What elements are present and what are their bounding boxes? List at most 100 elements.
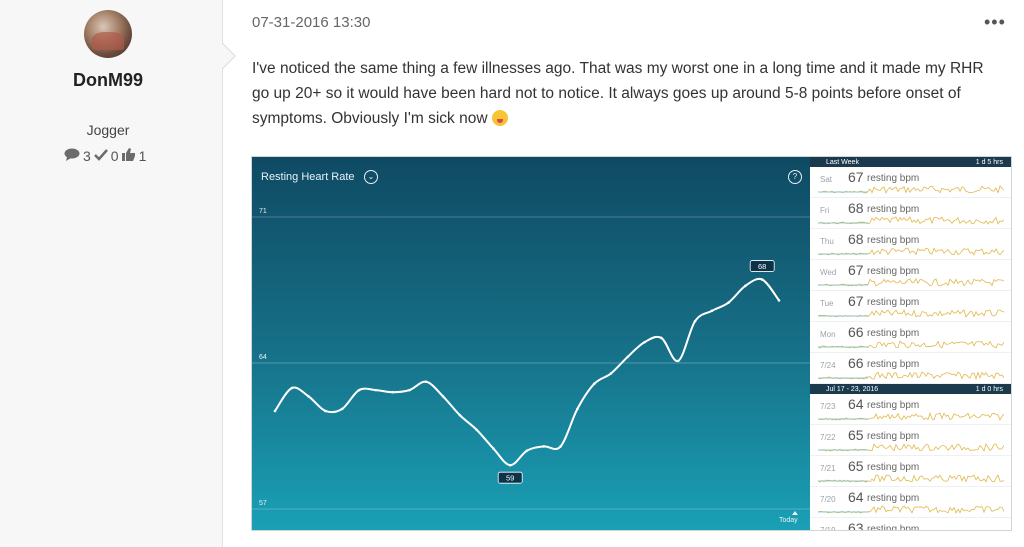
group-duration: 1 d 5 hrs bbox=[975, 158, 1003, 166]
rhr-data-point bbox=[643, 340, 646, 344]
heart-rate-sparkline bbox=[818, 185, 1004, 194]
history-value: 68 bbox=[848, 200, 864, 216]
post-body: I've noticed the same thing a few illnes… bbox=[252, 56, 1004, 131]
rhr-data-point bbox=[744, 284, 747, 288]
history-day: 7/22 bbox=[820, 433, 836, 442]
rhr-data-point bbox=[525, 449, 529, 452]
history-unit: resting bpm bbox=[867, 524, 920, 530]
rhr-chart: 71 64 57 59 68 bbox=[252, 208, 810, 510]
history-row[interactable]: Thu 68 resting bpm bbox=[810, 229, 1011, 260]
history-row[interactable]: 7/22 65 resting bpm bbox=[810, 425, 1011, 456]
history-value: 65 bbox=[848, 458, 864, 474]
history-sidebar: Last Week 1 d 5 hrs Sat 67 resting bpm Fri 68 r… bbox=[810, 157, 1011, 530]
history-row[interactable]: 7/24 66 resting bpm bbox=[810, 353, 1011, 384]
post-text: I've noticed the same thing a few illnes… bbox=[252, 60, 984, 127]
rhr-data-point bbox=[777, 299, 781, 302]
rhr-data-point bbox=[626, 355, 630, 359]
group-duration: 1 d 0 hrs bbox=[975, 385, 1003, 393]
history-day: 7/19 bbox=[820, 526, 836, 530]
history-row[interactable]: 7/20 64 resting bpm bbox=[810, 487, 1011, 518]
history-day: Mon bbox=[820, 330, 836, 339]
history-day: 7/23 bbox=[820, 402, 836, 411]
history-value: 65 bbox=[848, 427, 864, 443]
rhr-data-point bbox=[660, 336, 663, 340]
rhr-data-point bbox=[475, 428, 478, 432]
history-row[interactable]: Mon 66 resting bpm bbox=[810, 322, 1011, 353]
heart-rate-sparkline bbox=[818, 309, 1004, 318]
rhr-data-point bbox=[508, 463, 512, 467]
author-panel: DonM99 Jogger 3 0 1 bbox=[0, 0, 223, 547]
rhr-data-point bbox=[357, 388, 361, 392]
heart-rate-sparkline bbox=[818, 278, 1004, 287]
author-rank: Jogger bbox=[86, 122, 130, 138]
avatar[interactable] bbox=[84, 10, 132, 58]
rhr-series-line bbox=[274, 277, 780, 467]
history-unit: resting bpm bbox=[867, 235, 920, 246]
today-label: Today bbox=[779, 517, 798, 524]
callout-label: 68 bbox=[758, 262, 766, 271]
rhr-data-point bbox=[391, 390, 394, 394]
heart-rate-sparkline bbox=[818, 216, 1004, 225]
rhr-data-point bbox=[592, 382, 596, 386]
rhr-data-point bbox=[559, 445, 562, 448]
rhr-data-point bbox=[307, 395, 310, 398]
check-icon bbox=[93, 148, 108, 164]
history-value: 66 bbox=[848, 355, 864, 371]
history-value: 67 bbox=[848, 293, 864, 309]
rhr-data-point bbox=[576, 407, 579, 411]
history-unit: resting bpm bbox=[867, 328, 920, 339]
history-unit: resting bpm bbox=[867, 462, 920, 473]
history-unit: resting bpm bbox=[867, 266, 920, 277]
rhr-data-point bbox=[542, 445, 546, 448]
history-row[interactable]: Tue 67 resting bpm bbox=[810, 291, 1011, 322]
solutions-count: 0 bbox=[110, 148, 119, 164]
rhr-data-point bbox=[290, 386, 294, 390]
history-row[interactable]: Wed 67 resting bpm bbox=[810, 260, 1011, 291]
more-options-button[interactable]: ••• bbox=[984, 12, 1006, 33]
heart-rate-sparkline bbox=[818, 505, 1004, 514]
today-arrow-icon bbox=[792, 511, 798, 515]
author-name[interactable]: DonM99 bbox=[0, 70, 216, 91]
rhr-data-point bbox=[424, 380, 428, 384]
history-group-header[interactable]: Last Week 1 d 5 hrs bbox=[810, 157, 1011, 167]
rhr-data-point bbox=[408, 388, 411, 392]
history-unit: resting bpm bbox=[867, 431, 920, 442]
rhr-data-point bbox=[727, 301, 730, 304]
rhr-data-point bbox=[609, 372, 613, 375]
rhr-data-point bbox=[693, 319, 697, 323]
history-value: 67 bbox=[848, 169, 864, 185]
heart-rate-sparkline bbox=[818, 443, 1004, 452]
post-date: 07-31-2016 13:30 bbox=[252, 14, 371, 31]
history-unit: resting bpm bbox=[867, 400, 920, 411]
history-row[interactable]: Fri 68 resting bpm bbox=[810, 198, 1011, 229]
heart-rate-sparkline bbox=[818, 411, 1004, 421]
rhr-data-point bbox=[710, 309, 714, 313]
rhr-data-point bbox=[374, 388, 378, 392]
history-day: Fri bbox=[820, 206, 830, 215]
history-unit: resting bpm bbox=[867, 173, 920, 184]
chevron-down-icon: ⌄ bbox=[364, 170, 378, 184]
y-tick-label: 64 bbox=[259, 354, 267, 361]
group-title: Jul 17 - 23, 2016 bbox=[826, 385, 879, 393]
history-row[interactable]: 7/21 65 resting bpm bbox=[810, 456, 1011, 487]
history-row[interactable]: Sat 67 resting bpm bbox=[810, 167, 1011, 198]
thumbs-up-icon bbox=[121, 148, 136, 164]
history-row[interactable]: 7/19 63resting bpm bbox=[810, 518, 1011, 530]
rhr-data-point bbox=[676, 359, 680, 363]
chart-title: Resting Heart Rate bbox=[261, 171, 355, 183]
post-image[interactable]: 71 64 57 59 68 Resting Heart Rate ⌄ ? Today … bbox=[251, 156, 1012, 531]
history-day: Wed bbox=[820, 268, 837, 277]
heart-rate-sparkline bbox=[818, 247, 1004, 256]
history-day: Thu bbox=[820, 237, 834, 246]
heart-rate-sparkline bbox=[818, 340, 1004, 349]
history-value: 67 bbox=[848, 262, 864, 278]
history-row[interactable]: 7/23 64 resting bpm bbox=[810, 394, 1011, 425]
history-unit: resting bpm bbox=[867, 493, 920, 504]
value-callout: 68 bbox=[749, 260, 775, 272]
history-day: Sat bbox=[820, 175, 833, 184]
heart-rate-sparkline bbox=[818, 474, 1004, 483]
y-tick-label: 71 bbox=[259, 208, 267, 215]
history-unit: resting bpm bbox=[867, 359, 920, 370]
rhr-data-point bbox=[760, 278, 764, 281]
history-group-header[interactable]: Jul 17 - 23, 2016 1 d 0 hrs bbox=[810, 384, 1011, 394]
